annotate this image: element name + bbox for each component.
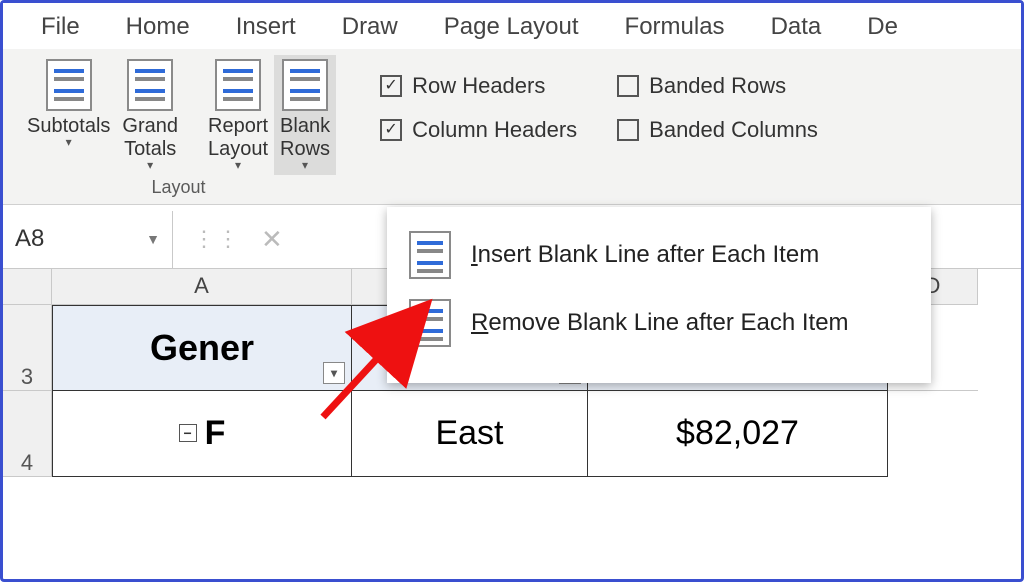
ribbon: Subtotals ▾ Grand Totals ▾ Report Layout…	[3, 49, 1021, 205]
report-layout-label: Report Layout	[208, 115, 268, 161]
tab-page-layout[interactable]: Page Layout	[444, 13, 579, 41]
subtotals-button[interactable]: Subtotals ▾	[21, 55, 116, 175]
tab-insert[interactable]: Insert	[236, 13, 296, 41]
blank-rows-icon	[282, 59, 328, 111]
chk-banded-columns[interactable]: Banded Columns	[617, 117, 818, 143]
row-header-4[interactable]: 4	[3, 391, 51, 477]
chk-row-headers-label: Row Headers	[412, 73, 545, 99]
empty-cell[interactable]	[888, 391, 978, 477]
insert-blank-line-icon	[409, 231, 451, 279]
chevron-down-icon: ▾	[66, 136, 72, 150]
checkbox-checked-icon: ✓	[380, 119, 402, 141]
tab-formulas[interactable]: Formulas	[625, 13, 725, 41]
grand-totals-icon	[127, 59, 173, 111]
chk-banded-rows[interactable]: Banded Rows	[617, 73, 818, 99]
pivot-row-label-f[interactable]: − F	[52, 391, 352, 477]
ribbon-group-label-layout: Layout	[152, 177, 206, 200]
pivot-header-gener-label: Gener	[150, 327, 254, 369]
subtotals-icon	[46, 59, 92, 111]
name-box-value: A8	[15, 225, 44, 253]
filter-drop-icon[interactable]: ▾	[323, 362, 345, 384]
collapse-minus-icon[interactable]: −	[179, 424, 197, 442]
cancel-formula-icon[interactable]: ✕	[261, 224, 283, 255]
pivot-header-gener[interactable]: Gener ▾	[52, 305, 352, 391]
blank-rows-label: Blank Rows	[280, 115, 330, 161]
checkbox-checked-icon: ✓	[380, 75, 402, 97]
grand-totals-label: Grand Totals	[122, 115, 178, 161]
chk-column-headers[interactable]: ✓ Column Headers	[380, 117, 577, 143]
tab-developer-cut[interactable]: De	[867, 13, 898, 41]
grip-icon: ⋮⋮	[193, 226, 241, 252]
chk-banded-rows-label: Banded Rows	[649, 73, 786, 99]
chk-row-headers[interactable]: ✓ Row Headers	[380, 73, 577, 99]
remove-blank-line-item[interactable]: Remove Blank Line after Each Item	[401, 289, 921, 357]
chk-column-headers-label: Column Headers	[412, 117, 577, 143]
tab-draw[interactable]: Draw	[342, 13, 398, 41]
chk-banded-columns-label: Banded Columns	[649, 117, 818, 143]
chevron-down-icon: ▾	[235, 159, 241, 173]
ribbon-group-layout: Subtotals ▾ Grand Totals ▾ Report Layout…	[17, 55, 340, 204]
insert-blank-line-label: Insert Blank Line after Each Item	[471, 241, 819, 269]
blank-rows-button[interactable]: Blank Rows ▾	[274, 55, 336, 175]
main-tab-strip: File Home Insert Draw Page Layout Formul…	[3, 3, 1021, 49]
checkbox-unchecked-icon	[617, 119, 639, 141]
report-layout-button[interactable]: Report Layout ▾	[202, 55, 274, 175]
pivot-style-options: ✓ Row Headers Banded Rows ✓ Column Heade…	[340, 55, 818, 143]
checkbox-unchecked-icon	[617, 75, 639, 97]
pivot-row-label-f-text: F	[205, 414, 226, 453]
remove-blank-line-icon	[409, 299, 451, 347]
chevron-down-icon: ▾	[302, 159, 308, 173]
grand-totals-button[interactable]: Grand Totals ▾	[116, 55, 184, 175]
blank-rows-dropdown: Insert Blank Line after Each Item Remove…	[387, 207, 931, 383]
tab-home[interactable]: Home	[126, 13, 190, 41]
tab-data[interactable]: Data	[771, 13, 822, 41]
chevron-down-icon: ▼	[146, 231, 160, 247]
tab-file[interactable]: File	[41, 13, 80, 41]
chevron-down-icon: ▾	[147, 159, 153, 173]
row-header-3[interactable]: 3	[3, 305, 51, 391]
remove-blank-line-label: Remove Blank Line after Each Item	[471, 309, 849, 337]
col-header-a[interactable]: A	[52, 269, 352, 305]
name-box[interactable]: A8 ▼	[3, 211, 173, 268]
insert-blank-line-item[interactable]: Insert Blank Line after Each Item	[401, 221, 921, 289]
pivot-cell-region[interactable]: East	[352, 391, 588, 477]
pivot-cell-salary[interactable]: $82,027	[588, 391, 888, 477]
select-all-corner[interactable]	[3, 269, 51, 305]
report-layout-icon	[215, 59, 261, 111]
